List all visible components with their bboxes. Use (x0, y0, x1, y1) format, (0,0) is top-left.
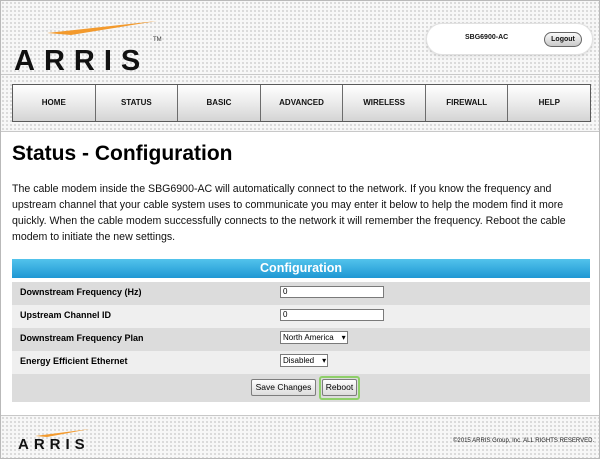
logout-button[interactable]: Logout (544, 32, 582, 47)
configuration-table: Configuration Downstream Frequency (Hz) … (12, 259, 590, 402)
footer-logo-text: ARRIS (18, 436, 90, 453)
tab-advanced[interactable]: ADVANCED (261, 85, 344, 121)
tab-help[interactable]: HELP (508, 85, 590, 121)
footer-logo: ARRIS (17, 422, 107, 456)
page-title: Status - Configuration (12, 142, 233, 165)
downstream-frequency-input[interactable] (280, 286, 384, 298)
frequency-plan-select[interactable]: North America ▾ (280, 331, 348, 344)
model-name: SBG6900-AC (465, 34, 509, 41)
energy-ethernet-value: Disabled (283, 356, 315, 365)
upstream-channel-label: Upstream Channel ID (20, 310, 112, 320)
downstream-frequency-label: Downstream Frequency (Hz) (20, 287, 142, 297)
copyright-text: ©2015 ARRIS Group, Inc. ALL RIGHTS RESER… (453, 438, 595, 444)
arris-logo[interactable]: TM ARRIS (11, 9, 181, 77)
table-row: Upstream Channel ID (12, 305, 590, 329)
frequency-plan-label: Downstream Frequency Plan (20, 333, 144, 343)
model-panel: SBG6900-AC Logout (426, 23, 593, 55)
page-description: The cable modem inside the SBG6900-AC wi… (12, 183, 566, 243)
chevron-down-icon: ▾ (322, 356, 327, 365)
button-row: Save Changes Reboot (12, 374, 590, 402)
energy-ethernet-label: Energy Efficient Ethernet (20, 356, 128, 366)
upstream-channel-input[interactable] (280, 309, 384, 321)
footer: ARRIS ©2015 ARRIS Group, Inc. ALL RIGHTS… (1, 415, 599, 458)
header: TM ARRIS SBG6900-AC Logout (1, 1, 599, 77)
save-changes-button[interactable]: Save Changes (251, 379, 316, 396)
chevron-down-icon: ▾ (341, 333, 346, 342)
tab-firewall[interactable]: FIREWALL (426, 85, 509, 121)
tab-status[interactable]: STATUS (96, 85, 179, 121)
page-frame: TM ARRIS SBG6900-AC Logout HOME STATUS B… (0, 0, 600, 459)
configuration-header: Configuration (12, 259, 590, 278)
trademark-mark: TM (153, 37, 162, 43)
table-row: Downstream Frequency Plan North America … (12, 328, 590, 352)
frequency-plan-value: North America (283, 333, 334, 342)
energy-ethernet-select[interactable]: Disabled ▾ (280, 354, 329, 367)
tab-home[interactable]: HOME (13, 85, 96, 121)
tab-wireless[interactable]: WIRELESS (343, 85, 426, 121)
table-row: Downstream Frequency (Hz) (12, 282, 590, 306)
tab-basic[interactable]: BASIC (178, 85, 261, 121)
reboot-highlight: Reboot (319, 376, 360, 400)
table-row: Energy Efficient Ethernet Disabled ▾ (12, 351, 590, 375)
arris-swoosh-icon (15, 13, 159, 35)
reboot-button[interactable]: Reboot (322, 379, 357, 396)
nav-area: HOME STATUS BASIC ADVANCED WIRELESS FIRE… (1, 74, 599, 132)
main-nav: HOME STATUS BASIC ADVANCED WIRELESS FIRE… (12, 84, 591, 122)
